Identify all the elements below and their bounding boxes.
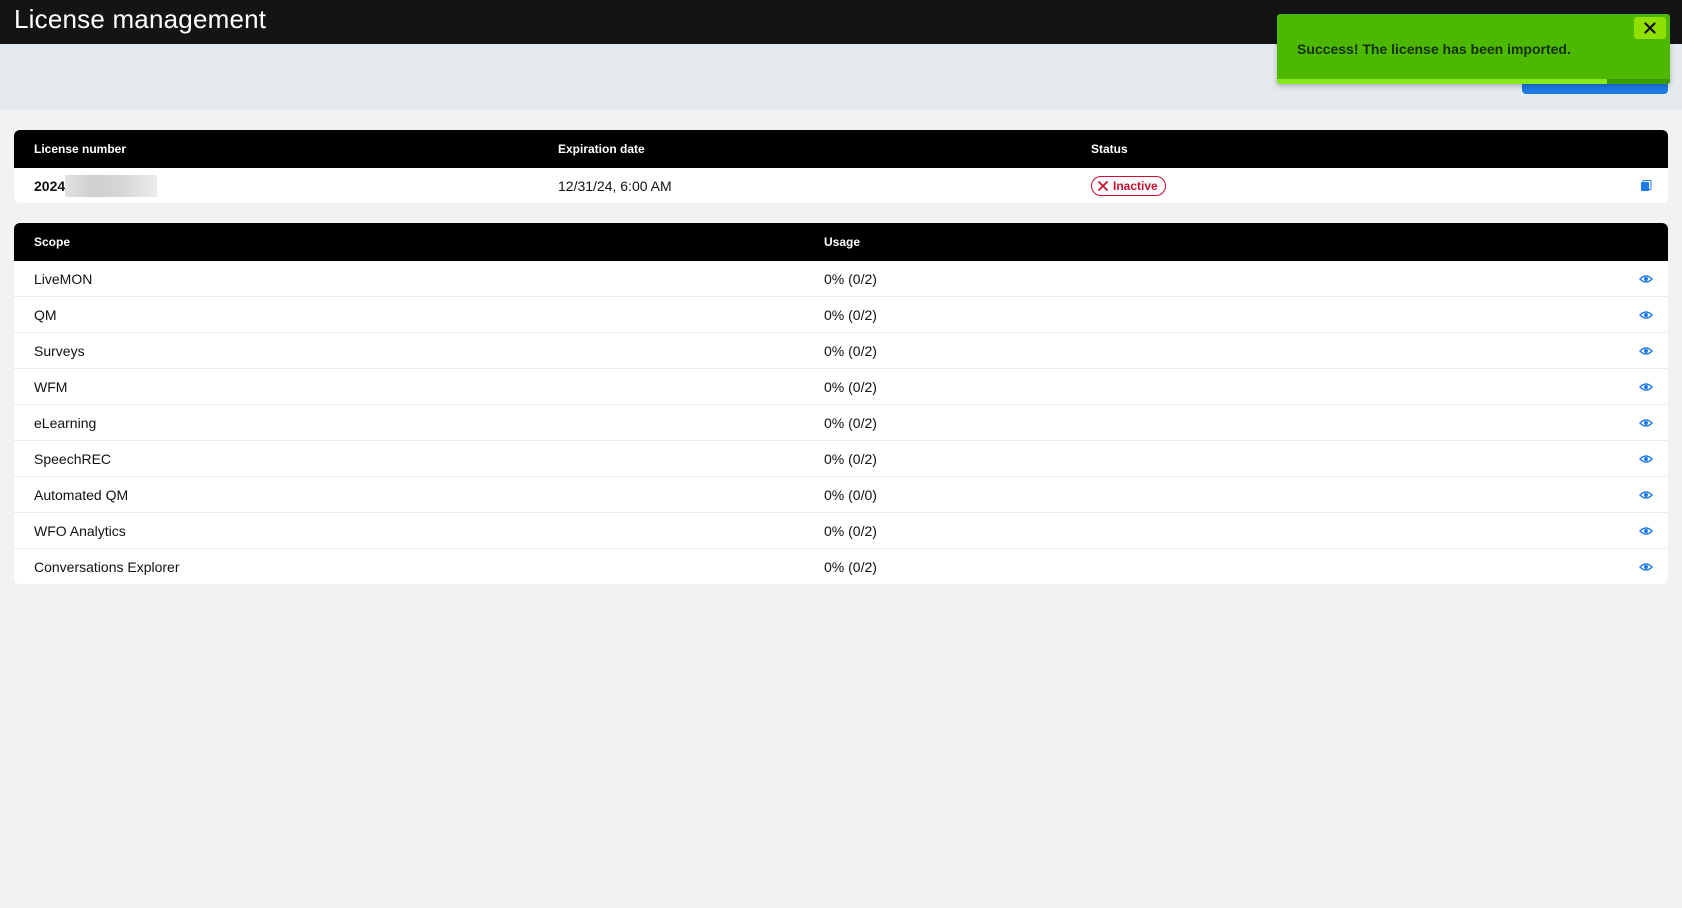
page-title: License management (14, 3, 267, 34)
usage-value: 0% (0/2) (824, 450, 877, 467)
license-table: License number Expiration date Status 20… (14, 130, 1668, 203)
table-row: QM 0% (0/2) (14, 297, 1668, 333)
scope-name: Surveys (34, 342, 85, 359)
copy-icon[interactable] (1638, 178, 1654, 194)
eye-icon[interactable] (1638, 379, 1654, 395)
usage-value: 0% (0/0) (824, 486, 877, 503)
column-header-license-number[interactable]: License number (34, 142, 126, 156)
eye-icon[interactable] (1638, 487, 1654, 503)
close-icon[interactable] (1634, 17, 1666, 39)
scope-name: QM (34, 306, 57, 323)
success-toast: Success! The license has been imported. (1277, 14, 1670, 84)
scope-rows: LiveMON 0% (0/2) QM 0% (0/2) Surveys 0% … (14, 261, 1668, 584)
usage-value: 0% (0/2) (824, 306, 877, 323)
scope-name: LiveMON (34, 270, 93, 287)
scope-table: Scope Usage LiveMON 0% (0/2) QM 0% (0/2)… (14, 223, 1668, 584)
license-number: 2024 (34, 174, 158, 197)
table-row: Surveys 0% (0/2) (14, 333, 1668, 369)
table-row: LiveMON 0% (0/2) (14, 261, 1668, 297)
redacted-area (65, 174, 158, 197)
column-header-scope[interactable]: Scope (34, 235, 70, 249)
usage-value: 0% (0/2) (824, 378, 877, 395)
scope-name: WFM (34, 378, 68, 395)
eye-icon[interactable] (1638, 451, 1654, 467)
scope-table-header: Scope Usage (14, 223, 1668, 261)
eye-icon[interactable] (1638, 523, 1654, 539)
scope-name: eLearning (34, 414, 97, 431)
scope-name: Automated QM (34, 486, 129, 503)
toast-progress-fill (1277, 79, 1608, 84)
usage-value: 0% (0/2) (824, 558, 877, 575)
eye-icon[interactable] (1638, 559, 1654, 575)
scope-name: Conversations Explorer (34, 558, 180, 575)
license-row: 2024 12/31/24, 6:00 AM Inactive (14, 168, 1668, 203)
table-row: SpeechREC 0% (0/2) (14, 441, 1668, 477)
table-row: WFM 0% (0/2) (14, 369, 1668, 405)
eye-icon[interactable] (1638, 271, 1654, 287)
scope-name: WFO Analytics (34, 522, 126, 539)
eye-icon[interactable] (1638, 415, 1654, 431)
license-table-header: License number Expiration date Status (14, 130, 1668, 168)
license-number-text: 2024 (34, 177, 66, 194)
column-header-usage[interactable]: Usage (824, 235, 860, 249)
scope-name: SpeechREC (34, 450, 112, 467)
toast-progress-track (1277, 79, 1670, 84)
usage-value: 0% (0/2) (824, 342, 877, 359)
close-icon (1098, 180, 1108, 191)
column-header-expiration-date[interactable]: Expiration date (558, 142, 645, 156)
eye-icon[interactable] (1638, 343, 1654, 359)
toast-message: Success! The license has been imported. (1297, 41, 1571, 57)
usage-value: 0% (0/2) (824, 414, 877, 431)
expiration-date: 12/31/24, 6:00 AM (558, 177, 672, 194)
table-row: Automated QM 0% (0/0) (14, 477, 1668, 513)
table-row: WFO Analytics 0% (0/2) (14, 513, 1668, 549)
status-badge: Inactive (1091, 175, 1166, 196)
status-text: Inactive (1113, 178, 1158, 193)
usage-value: 0% (0/2) (824, 270, 877, 287)
usage-value: 0% (0/2) (824, 522, 877, 539)
table-row: Conversations Explorer 0% (0/2) (14, 549, 1668, 584)
eye-icon[interactable] (1638, 307, 1654, 323)
column-header-status[interactable]: Status (1091, 142, 1128, 156)
table-row: eLearning 0% (0/2) (14, 405, 1668, 441)
